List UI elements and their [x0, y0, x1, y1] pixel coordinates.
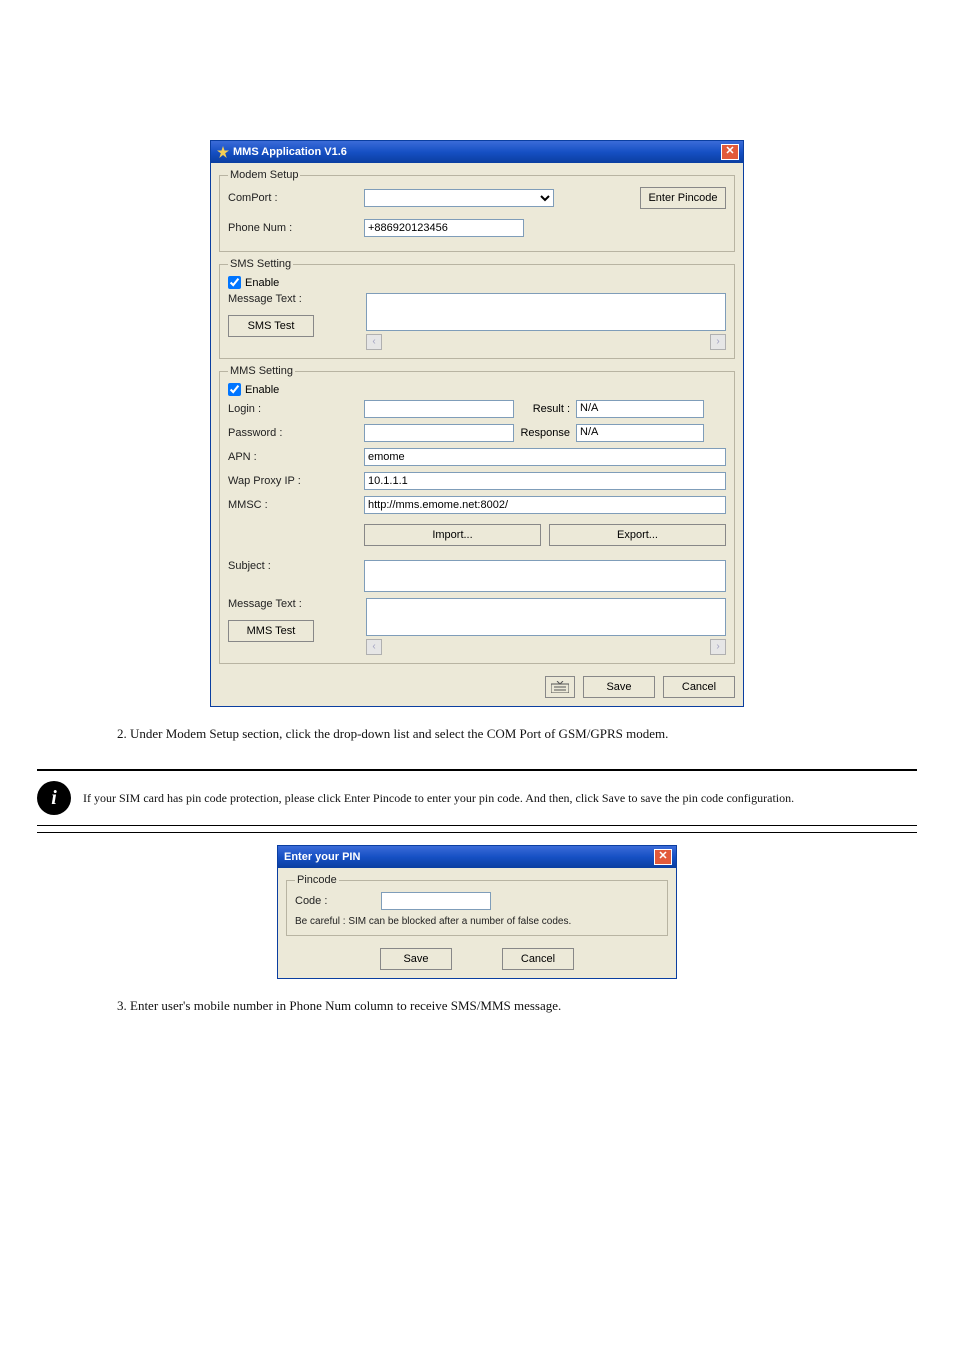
- info-note-text: If your SIM card has pin code protection…: [83, 791, 917, 806]
- mms-enable-checkbox[interactable]: [228, 383, 241, 396]
- sms-scroll: ‹ ›: [366, 334, 726, 350]
- scroll-left-icon[interactable]: ‹: [366, 639, 382, 655]
- pin-warning: Be careful : SIM can be blocked after a …: [295, 916, 659, 927]
- mms-setting-legend: MMS Setting: [228, 365, 295, 377]
- pin-window-title: Enter your PIN: [284, 851, 360, 863]
- enter-pin-dialog: Enter your PIN ✕ Pincode Code : Be caref…: [277, 845, 677, 979]
- pin-cancel-button[interactable]: Cancel: [502, 948, 574, 970]
- wap-proxy-label: Wap Proxy IP :: [228, 475, 358, 487]
- app-icon: [217, 146, 229, 158]
- mmsc-input[interactable]: [364, 496, 726, 514]
- modem-setup-legend: Modem Setup: [228, 169, 300, 181]
- window-title: MMS Application V1.6: [233, 146, 347, 158]
- mms-application-window: MMS Application V1.6 ✕ Modem Setup ComPo…: [210, 140, 744, 707]
- result-label: Result :: [520, 403, 570, 415]
- sms-test-button[interactable]: SMS Test: [228, 315, 314, 337]
- sms-enable-label: Enable: [245, 277, 279, 289]
- phone-num-label: Phone Num :: [228, 222, 358, 234]
- keyboard-icon: [551, 681, 569, 693]
- mmsc-label: MMSC :: [228, 499, 358, 511]
- comport-select[interactable]: [364, 189, 554, 207]
- mms-test-button[interactable]: MMS Test: [228, 620, 314, 642]
- save-button[interactable]: Save: [583, 676, 655, 698]
- sms-enable-checkbox[interactable]: [228, 276, 241, 289]
- scroll-right-icon[interactable]: ›: [710, 639, 726, 655]
- virtual-keyboard-button[interactable]: [545, 676, 575, 698]
- enter-pincode-button[interactable]: Enter Pincode: [640, 187, 726, 209]
- sms-enable-row[interactable]: Enable: [228, 276, 726, 289]
- modem-setup-group: Modem Setup ComPort : Enter Pincode Phon…: [219, 169, 735, 252]
- pincode-legend: Pincode: [295, 874, 339, 886]
- password-label: Password :: [228, 427, 358, 439]
- scroll-right-icon[interactable]: ›: [710, 334, 726, 350]
- login-input[interactable]: [364, 400, 514, 418]
- apn-label: APN :: [228, 451, 358, 463]
- apn-input[interactable]: [364, 448, 726, 466]
- info-callout: i If your SIM card has pin code protecti…: [37, 763, 917, 835]
- mms-scroll: ‹ ›: [366, 639, 726, 655]
- sms-message-textarea[interactable]: [366, 293, 726, 331]
- scroll-left-icon[interactable]: ‹: [366, 334, 382, 350]
- doc-paragraph-3: 3. Enter user's mobile number in Phone N…: [117, 997, 837, 1015]
- wap-proxy-input[interactable]: [364, 472, 726, 490]
- close-icon[interactable]: ✕: [654, 849, 672, 865]
- sms-setting-group: SMS Setting Enable Message Text : SMS Te…: [219, 258, 735, 359]
- mms-enable-row[interactable]: Enable: [228, 383, 726, 396]
- mms-message-label: Message Text :: [228, 598, 358, 610]
- doc-paragraph-2: 2. Under Modem Setup section, click the …: [117, 725, 837, 743]
- phone-num-input[interactable]: [364, 219, 524, 237]
- comport-label: ComPort :: [228, 192, 358, 204]
- mms-enable-label: Enable: [245, 384, 279, 396]
- pin-code-label: Code :: [295, 895, 375, 907]
- subject-input[interactable]: [364, 560, 726, 592]
- titlebar: MMS Application V1.6 ✕: [211, 141, 743, 163]
- password-input[interactable]: [364, 424, 514, 442]
- pin-code-input[interactable]: [381, 892, 491, 910]
- response-output: N/A: [576, 424, 704, 442]
- mms-message-textarea[interactable]: [366, 598, 726, 636]
- sms-setting-legend: SMS Setting: [228, 258, 293, 270]
- cancel-button[interactable]: Cancel: [663, 676, 735, 698]
- pincode-group: Pincode Code : Be careful : SIM can be b…: [286, 874, 668, 936]
- info-icon: i: [37, 781, 71, 815]
- pin-save-button[interactable]: Save: [380, 948, 452, 970]
- sms-message-label: Message Text :: [228, 293, 358, 305]
- subject-label: Subject :: [228, 560, 358, 572]
- close-icon[interactable]: ✕: [721, 144, 739, 160]
- login-label: Login :: [228, 403, 358, 415]
- mms-setting-group: MMS Setting Enable Login : Result : N/A …: [219, 365, 735, 664]
- result-output: N/A: [576, 400, 704, 418]
- pin-titlebar: Enter your PIN ✕: [278, 846, 676, 868]
- export-button[interactable]: Export...: [549, 524, 726, 546]
- import-button[interactable]: Import...: [364, 524, 541, 546]
- response-label: Response: [520, 427, 570, 439]
